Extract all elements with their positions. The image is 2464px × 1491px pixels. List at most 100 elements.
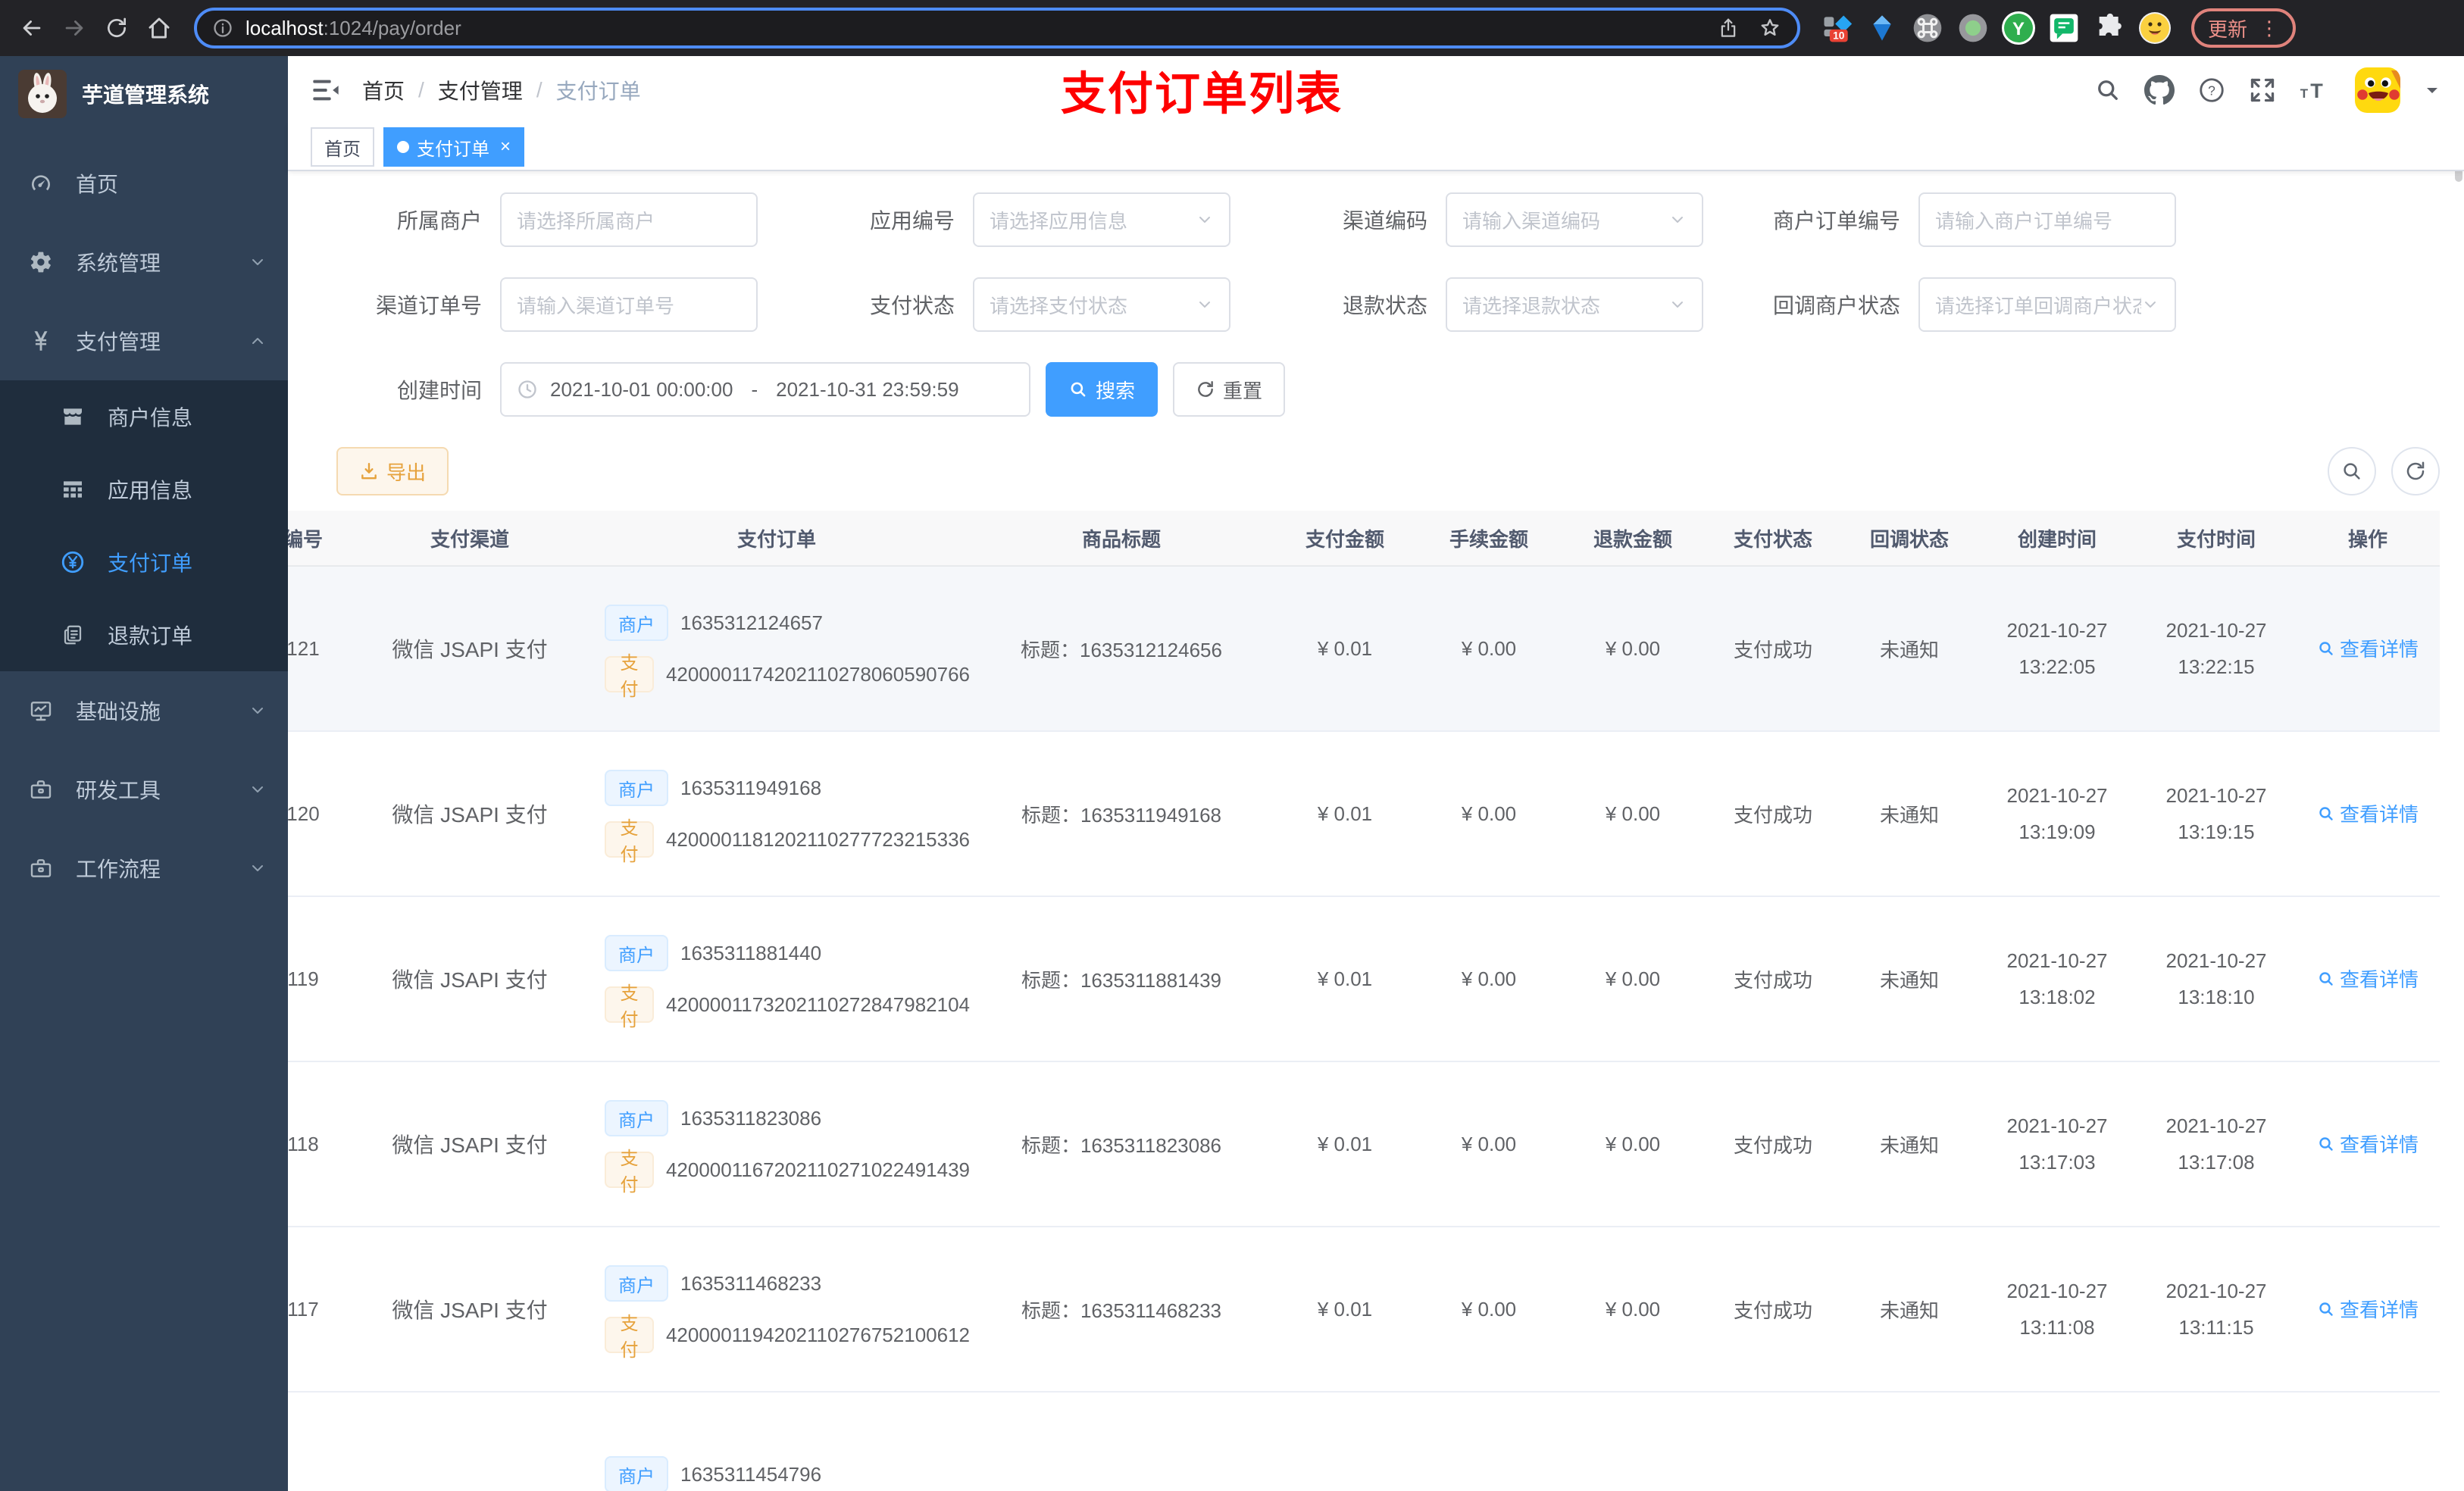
profile-emoji-icon[interactable] — [2137, 10, 2173, 46]
user-menu-caret-icon[interactable] — [2423, 81, 2441, 99]
cell-pay-order: 商户 1635311949168 支付 42000011812021102777232… — [583, 731, 970, 897]
sidebar-item-workflow[interactable]: 工作流程 — [0, 829, 288, 908]
share-icon[interactable] — [1717, 16, 1740, 40]
browser-reload-button[interactable] — [97, 8, 136, 48]
filter-form: 所属商户 请选择所属商户 应用编号 请选择应用信息 渠道编码 请输入渠道编码 商户订单编号请… — [303, 192, 2449, 332]
chevron-down-icon — [249, 253, 267, 271]
cell-pay-channel — [356, 1392, 583, 1491]
cell-action: 查看详情 — [2296, 1227, 2440, 1393]
browser-forward-button[interactable] — [55, 8, 94, 48]
chevron-down-icon — [249, 780, 267, 799]
fullscreen-icon[interactable] — [2249, 77, 2276, 104]
view-detail-link[interactable]: 查看详情 — [2317, 799, 2419, 827]
browser-update-button[interactable]: 更新 ⋮ — [2191, 8, 2297, 48]
github-icon[interactable] — [2144, 75, 2175, 105]
gear-icon — [27, 250, 55, 274]
extension-gem-icon[interactable] — [1864, 10, 1900, 46]
pay-tag: 支付 — [605, 653, 654, 700]
filter-refund-status-select[interactable]: 请选择退款状态 — [1446, 277, 1703, 332]
col-退款金额: 退款金额 — [1561, 511, 1705, 567]
filter-merchant-input[interactable]: 请选择所属商户 — [500, 192, 758, 247]
view-detail-link[interactable]: 查看详情 — [2317, 964, 2419, 992]
sidebar-item-refund-order[interactable]: 退款订单 — [0, 599, 288, 671]
filter-notify-status-select[interactable]: 请选择订单回调商户状态 — [1918, 277, 2176, 332]
breadcrumb-separator: / — [536, 78, 543, 102]
extension-recorder-icon[interactable] — [1955, 10, 1991, 46]
sidebar-toggle-icon[interactable] — [311, 75, 341, 105]
tab-首页[interactable]: 首页 — [311, 127, 374, 167]
table-row: 121 微信 JSAPI 支付 商户 1635312124657 支付 420000117… — [288, 566, 2440, 732]
placeholder-text: 请输入渠道订单号 — [517, 294, 675, 317]
sidebar-item-label: 系统管理 — [76, 252, 161, 275]
magnifier-icon — [2319, 1137, 2333, 1151]
reset-button[interactable]: 重置 — [1173, 362, 1286, 417]
date-start-value: 2021-10-01 00:00:00 — [550, 377, 733, 401]
close-icon[interactable]: × — [500, 138, 511, 156]
view-detail-link[interactable]: 查看详情 — [2317, 634, 2419, 662]
user-avatar[interactable] — [2355, 67, 2400, 113]
create-date: 2021-10-27 — [2006, 1114, 2108, 1137]
create-time-range-picker[interactable]: 2021-10-01 00:00:00 - 2021-10-31 23:59:5… — [500, 362, 1030, 417]
cell-id: 118 — [288, 1061, 356, 1227]
cell-action — [2296, 1392, 2440, 1491]
pay-order-numbers: 商户 1635311881440 支付 42000011732021102728479… — [583, 935, 970, 1030]
extension-chat-icon[interactable] — [2046, 10, 2082, 46]
extension-command-icon[interactable] — [1909, 10, 1946, 46]
table-row: 119 微信 JSAPI 支付 商户 1635311881440 支付 420000117… — [288, 896, 2440, 1062]
pay-date: 2021-10-27 — [2165, 783, 2267, 807]
filter-pay-status-select[interactable]: 请选择支付状态 — [973, 277, 1230, 332]
url-bar[interactable]: localhost:1024/pay/order — [194, 8, 1800, 48]
sidebar-item-pay[interactable]: 支付管理 — [0, 302, 288, 380]
col-商品标题: 商品标题 — [970, 511, 1273, 567]
extension-y-icon[interactable]: Y — [2000, 10, 2037, 46]
browser-home-button[interactable] — [139, 8, 179, 48]
toggle-search-icon[interactable] — [2328, 447, 2376, 495]
cell-create-time: 2021-10-27 13:18:02 — [1978, 896, 2137, 1062]
active-tag-dot — [397, 141, 409, 153]
view-detail-label: 查看详情 — [2339, 803, 2419, 827]
filter-channel-order-no-label: 渠道订单号 — [375, 294, 482, 317]
sidebar-item-app-info[interactable]: 应用信息 — [0, 453, 288, 526]
pay-time: 13:22:15 — [2178, 655, 2255, 678]
table-row: 商户 1635311454796 — [288, 1392, 2440, 1491]
font-size-icon[interactable]: TT — [2299, 77, 2332, 104]
sidebar-item-home[interactable]: 首页 — [0, 144, 288, 223]
sidebar-item-dev-tools[interactable]: 研发工具 — [0, 750, 288, 829]
view-detail-link[interactable]: 查看详情 — [2317, 1295, 2419, 1323]
search-button[interactable]: 搜索 — [1046, 362, 1159, 417]
cell-fee: ¥ 0.00 — [1417, 731, 1561, 897]
filter-channel-order-no-input[interactable]: 请输入渠道订单号 — [500, 277, 758, 332]
export-button[interactable]: 导出 — [336, 447, 449, 495]
site-info-icon[interactable] — [212, 17, 233, 39]
sidebar-item-merchant-info[interactable]: 商户信息 — [0, 380, 288, 453]
chevron-down-icon — [249, 859, 267, 877]
browser-menu-icon[interactable]: ⋮ — [2259, 17, 2279, 40]
header-search-icon[interactable] — [2094, 77, 2122, 104]
tab-支付订单[interactable]: 支付订单 × — [383, 127, 525, 167]
view-detail-link[interactable]: 查看详情 — [2317, 1130, 2419, 1158]
pay-order-numbers: 商户 1635311454796 — [583, 1456, 970, 1491]
filter-channel-code-select[interactable]: 请输入渠道编码 — [1446, 192, 1703, 247]
filter-merchant-order-no-input[interactable]: 请输入商户订单编号 — [1918, 192, 2176, 247]
bookmark-star-icon[interactable] — [1758, 16, 1782, 40]
help-icon[interactable]: ? — [2197, 76, 2226, 105]
filter-app-no-select[interactable]: 请选择应用信息 — [973, 192, 1230, 247]
filter-refund-status: 退款状态 请选择退款状态 — [1249, 277, 1721, 332]
refresh-table-icon[interactable] — [2391, 447, 2440, 495]
extension-grid-icon[interactable]: 10 — [1818, 10, 1855, 46]
sidebar-item-infra[interactable]: 基础设施 — [0, 671, 288, 750]
dashboard-icon — [27, 171, 55, 195]
extensions-puzzle-icon[interactable] — [2091, 10, 2128, 46]
pay-order-line: 支付 4200001194202110276752100612 — [605, 1314, 970, 1361]
browser-back-button[interactable] — [12, 8, 52, 48]
placeholder-text: 请选择退款状态 — [1462, 294, 1601, 317]
table-header-row: 编号支付渠道支付订单商品标题支付金额手续金额退款金额支付状态回调状态创建时间支付… — [288, 511, 2440, 567]
filter-channel-code: 渠道编码 请输入渠道编码 — [1249, 192, 1721, 247]
sidebar-logo[interactable]: 芋道管理系统 — [0, 56, 288, 132]
svg-text:T: T — [2310, 79, 2323, 102]
sidebar-item-system[interactable]: 系统管理 — [0, 223, 288, 302]
breadcrumb-item[interactable]: 支付管理 — [438, 75, 523, 105]
magnifier-icon — [2319, 1302, 2333, 1316]
breadcrumb-item[interactable]: 首页 — [362, 75, 405, 105]
sidebar-item-pay-order[interactable]: 支付订单 — [0, 526, 288, 599]
